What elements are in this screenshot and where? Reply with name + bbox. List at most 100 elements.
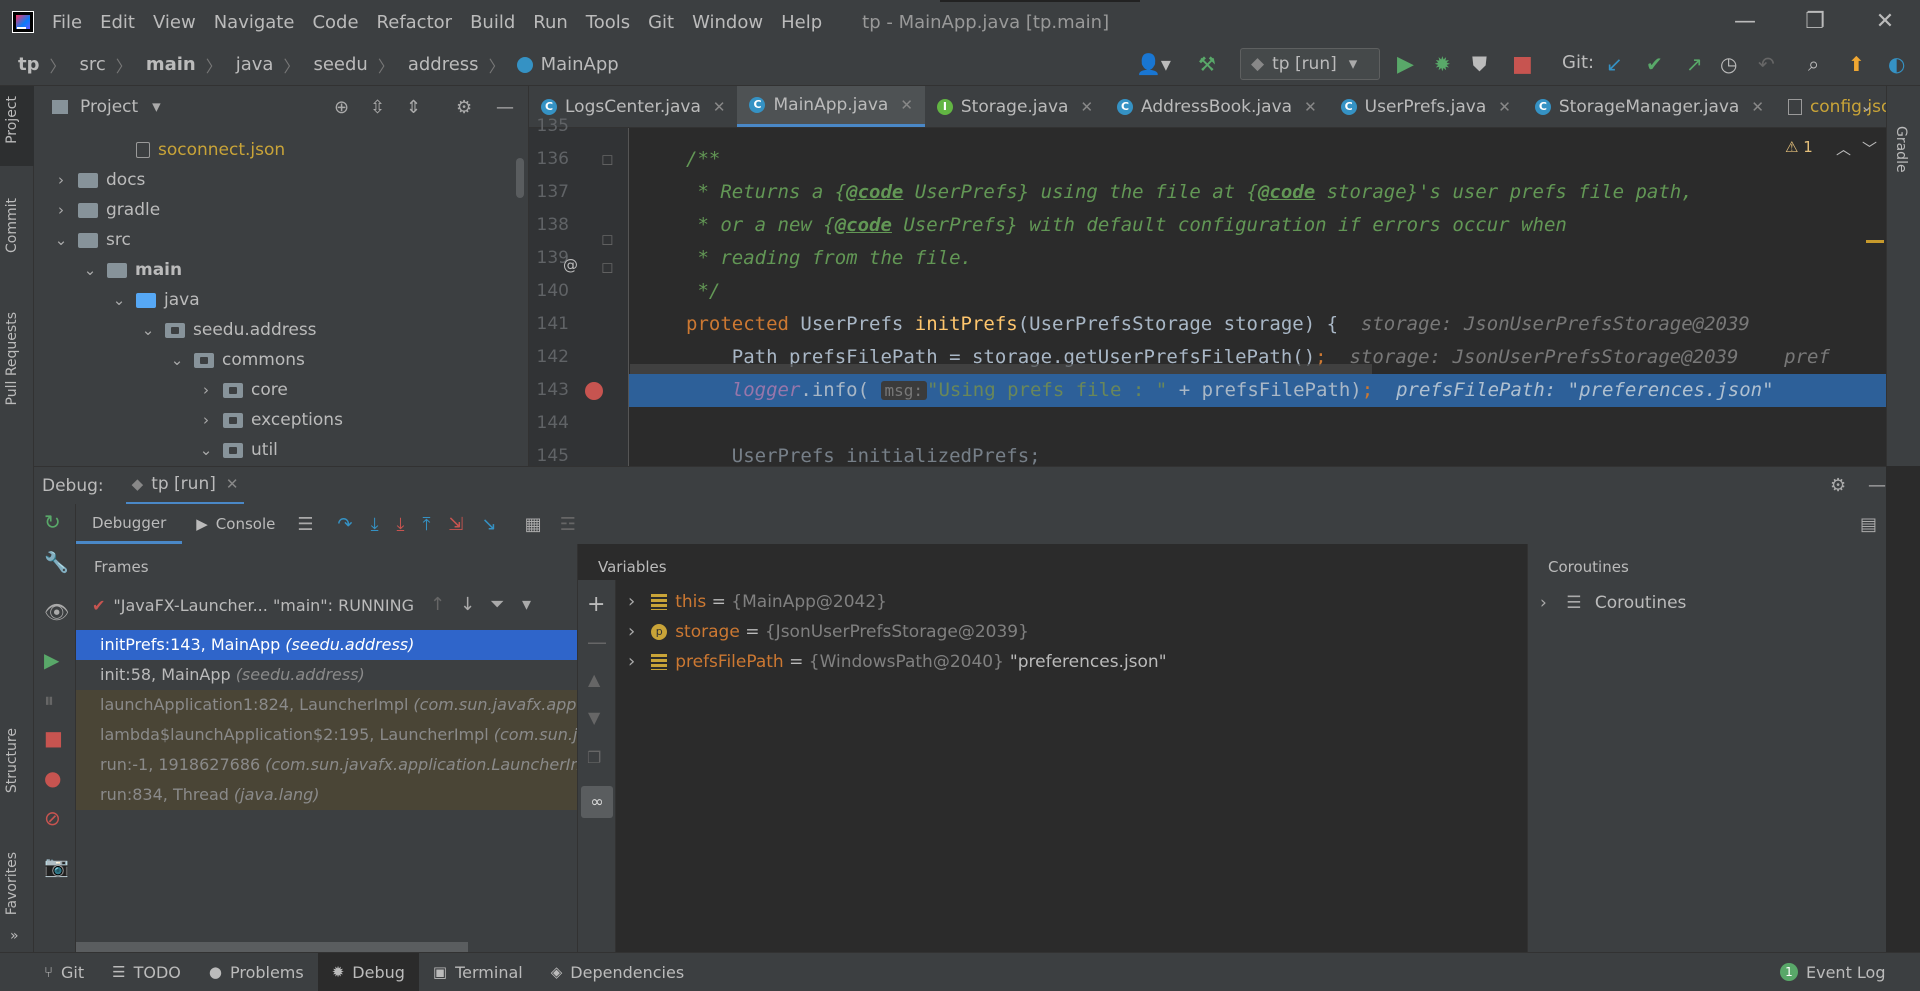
frames-scrollbar[interactable] bbox=[76, 942, 468, 952]
chevron-down-icon[interactable]: ⌄ bbox=[139, 321, 157, 339]
breadcrumb-main[interactable]: main bbox=[146, 54, 196, 75]
menu-code[interactable]: Code bbox=[312, 12, 358, 33]
pull-requests-stripe-tab[interactable]: Pull Requests bbox=[4, 312, 20, 405]
thread-selector[interactable]: ✔ "JavaFX-Launcher... "main": RUNNING bbox=[92, 596, 414, 615]
chevron-down-icon[interactable]: ▾ bbox=[152, 97, 161, 117]
force-step-into-icon[interactable]: ⤓ bbox=[397, 514, 405, 535]
hide-icon[interactable]: — bbox=[1868, 475, 1886, 496]
view-eye-icon[interactable]: 👁 bbox=[44, 600, 69, 624]
tree-item[interactable]: ⌄ src bbox=[52, 225, 131, 255]
collapse-all-icon[interactable]: ⇕ bbox=[406, 97, 421, 118]
restore-layout-icon[interactable]: ▤ bbox=[1860, 514, 1877, 535]
warning-marker[interactable] bbox=[1866, 240, 1884, 243]
camera-icon[interactable]: 📷 bbox=[44, 854, 69, 878]
step-into-icon[interactable]: ⤓ bbox=[371, 514, 379, 535]
add-watch-icon[interactable]: + bbox=[587, 592, 605, 617]
git-update-icon[interactable]: ↙ bbox=[1606, 52, 1623, 76]
settings-wrench-icon[interactable]: 🔧 bbox=[44, 550, 69, 574]
restore-icon[interactable]: ❐ bbox=[1800, 8, 1830, 36]
chevron-right-icon[interactable]: › bbox=[628, 651, 635, 672]
locate-icon[interactable]: ⊕ bbox=[334, 97, 349, 118]
fold-icon[interactable]: ◻ bbox=[601, 150, 613, 168]
breadcrumb-src[interactable]: src bbox=[80, 54, 106, 75]
tree-item[interactable]: › docs bbox=[52, 165, 145, 195]
resume-icon[interactable]: ▶ bbox=[44, 648, 59, 672]
favorites-stripe-tab[interactable]: Favorites bbox=[4, 852, 20, 915]
move-down-icon[interactable]: ▼ bbox=[588, 708, 600, 727]
menu-build[interactable]: Build bbox=[470, 12, 515, 33]
git-commit-icon[interactable]: ✔ bbox=[1646, 52, 1663, 76]
editor-tab[interactable]: C StorageManager.java ✕ bbox=[1523, 86, 1776, 127]
expand-all-icon[interactable]: ⇳ bbox=[370, 97, 385, 118]
breadcrumb-seedu[interactable]: seedu bbox=[313, 54, 367, 75]
stack-frame[interactable]: initPrefs:143, MainApp (seedu.address) bbox=[76, 630, 577, 660]
menu-git[interactable]: Git bbox=[648, 12, 674, 33]
warning-icon[interactable]: ⚠ 1 bbox=[1785, 138, 1813, 156]
build-hammer-icon[interactable]: ⚒ bbox=[1198, 52, 1216, 76]
chevron-down-icon[interactable]: ⌄ bbox=[197, 441, 215, 459]
tool-tab-terminal[interactable]: ▣ Terminal bbox=[419, 953, 537, 991]
stack-frame[interactable]: launchApplication1:824, LauncherImpl (com… bbox=[76, 690, 577, 720]
project-stripe-tab[interactable]: Project bbox=[4, 96, 20, 144]
drop-frame-icon[interactable]: ⇲ bbox=[448, 514, 463, 535]
close-icon[interactable]: ✕ bbox=[1304, 98, 1317, 116]
move-up-icon[interactable]: ▲ bbox=[588, 670, 600, 689]
breadcrumb-tp[interactable]: tp bbox=[18, 54, 40, 75]
layout-menu-icon[interactable]: ☰ bbox=[297, 514, 313, 535]
next-highlight-icon[interactable]: ﹀ bbox=[1862, 138, 1877, 159]
editor-tab[interactable]: I Storage.java ✕ bbox=[925, 86, 1105, 127]
override-annotation-icon[interactable]: @ bbox=[563, 256, 578, 274]
tool-tab-debug[interactable]: ✹ Debug bbox=[317, 952, 419, 991]
menu-tools[interactable]: Tools bbox=[586, 12, 630, 33]
breadcrumb-mainapp[interactable]: MainApp bbox=[541, 54, 619, 75]
structure-stripe-tab[interactable]: Structure bbox=[4, 728, 20, 793]
code-editor[interactable]: /** * Returns a {@code UserPrefs} using … bbox=[630, 128, 1886, 466]
close-icon[interactable]: ✕ bbox=[1498, 98, 1511, 116]
tool-tab-dependencies[interactable]: ◈ Dependencies bbox=[537, 953, 698, 991]
evaluate-expression-icon[interactable]: ▦ bbox=[525, 514, 542, 535]
menu-refactor[interactable]: Refactor bbox=[377, 12, 453, 33]
debug-bug-icon[interactable]: ✹ bbox=[1434, 52, 1451, 76]
breadcrumb-java[interactable]: java bbox=[236, 54, 274, 75]
run-icon[interactable]: ▶ bbox=[1397, 52, 1414, 77]
close-icon[interactable]: ✕ bbox=[226, 475, 239, 493]
close-icon[interactable]: ✕ bbox=[900, 96, 913, 114]
step-out-icon[interactable]: ⤒ bbox=[423, 514, 431, 535]
debug-session-tab[interactable]: ◆ tp [run] ✕ bbox=[125, 467, 245, 505]
stack-frame[interactable]: run:-1, 1918627686 (com.sun.javafx.applic… bbox=[76, 750, 577, 780]
minimize-icon[interactable]: — bbox=[1730, 8, 1760, 36]
rerun-icon[interactable]: ↻ bbox=[44, 510, 61, 534]
updates-icon[interactable]: ⬆ bbox=[1848, 52, 1865, 76]
trace-icon[interactable]: ☲ bbox=[560, 514, 576, 535]
menu-view[interactable]: View bbox=[153, 12, 196, 33]
previous-highlight-icon[interactable]: ︿ bbox=[1836, 138, 1851, 159]
close-icon[interactable]: ✕ bbox=[1870, 8, 1900, 36]
tree-scrollbar[interactable] bbox=[516, 158, 524, 198]
stop-icon[interactable]: ■ bbox=[44, 726, 63, 750]
gear-icon[interactable]: ⚙ bbox=[456, 97, 472, 118]
close-icon[interactable]: ✕ bbox=[713, 98, 726, 116]
tool-tab-problems[interactable]: ● Problems bbox=[195, 953, 318, 991]
show-watches-icon[interactable]: ∞ bbox=[581, 786, 613, 818]
run-to-cursor-icon[interactable]: ↘ bbox=[482, 514, 497, 535]
stop-icon[interactable]: ■ bbox=[1512, 52, 1533, 77]
menu-edit[interactable]: Edit bbox=[100, 12, 135, 33]
remove-watch-icon[interactable]: — bbox=[587, 630, 607, 654]
horizontal-scrollbar[interactable] bbox=[630, 364, 1372, 374]
chevron-right-icon[interactable]: › bbox=[628, 591, 635, 612]
coverage-icon[interactable]: ⛊ bbox=[1472, 52, 1487, 76]
search-icon[interactable]: ⌕ bbox=[1808, 52, 1819, 76]
variable-row[interactable]: › p storage = {JsonUserPrefsStorage@2039} bbox=[628, 617, 1029, 647]
fold-icon[interactable]: ◻ bbox=[601, 230, 613, 248]
menu-navigate[interactable]: Navigate bbox=[214, 12, 295, 33]
commit-stripe-tab[interactable]: Commit bbox=[4, 198, 20, 253]
git-rollback-icon[interactable]: ↶ bbox=[1758, 52, 1775, 76]
chevron-down-icon[interactable]: ⌄ bbox=[81, 261, 99, 279]
run-config-selector[interactable]: ◆ tp [run] ▾ bbox=[1240, 48, 1380, 80]
gradle-stripe-tab[interactable]: Gradle bbox=[1893, 126, 1909, 173]
git-history-icon[interactable]: ◷ bbox=[1720, 52, 1737, 76]
breakpoint-icon[interactable] bbox=[585, 382, 603, 400]
tree-item[interactable]: › exceptions bbox=[197, 405, 343, 435]
tree-item[interactable]: ⌄ commons bbox=[168, 345, 305, 375]
stack-frame[interactable]: lambda$launchApplication$2:195, Launcher… bbox=[76, 720, 577, 750]
